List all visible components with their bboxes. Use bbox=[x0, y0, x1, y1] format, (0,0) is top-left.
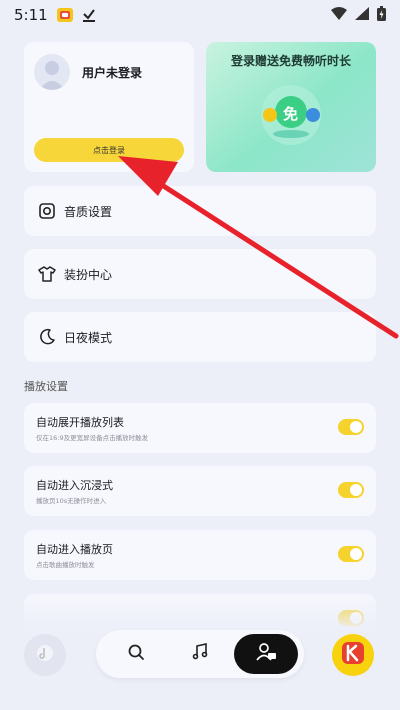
menu-label: 日夜模式 bbox=[64, 330, 113, 345]
app-logo-icon bbox=[340, 640, 366, 670]
promo-badge: 免 bbox=[283, 105, 299, 123]
toggle-switch[interactable] bbox=[338, 419, 364, 435]
tab-search[interactable] bbox=[114, 634, 158, 674]
section-title-playback: 播放设置 bbox=[24, 380, 68, 393]
moon-icon bbox=[38, 328, 56, 346]
setting-auto-expand-playlist: 自动展开播放列表 仅在16:9及更宽屏设备点击播放时触发 bbox=[24, 403, 376, 453]
setting-auto-immersive: 自动进入沉浸式 播放页10s无操作时进入 bbox=[24, 466, 376, 516]
setting-title: 自动进入播放页 bbox=[36, 543, 113, 556]
promo-title: 登录赠送免费畅听时长 bbox=[230, 54, 351, 68]
avatar[interactable] bbox=[34, 54, 70, 90]
menu-item-dressup[interactable]: 装扮中心 bbox=[24, 249, 376, 299]
status-time: 5:11 bbox=[14, 6, 48, 24]
user-status: 用户未登录 bbox=[82, 66, 143, 80]
menu-item-quality[interactable]: 音质设置 bbox=[24, 186, 376, 236]
mini-player-button[interactable] bbox=[24, 634, 66, 676]
toggle-switch[interactable] bbox=[338, 482, 364, 498]
music-disc-icon bbox=[36, 644, 54, 666]
tshirt-icon bbox=[38, 265, 56, 283]
search-icon bbox=[127, 643, 145, 665]
download-check-icon bbox=[82, 8, 96, 22]
camera-quality-icon bbox=[38, 202, 56, 220]
setting-description: 仅在16:9及更宽屏设备点击播放时触发 bbox=[36, 434, 149, 442]
music-note-icon bbox=[191, 643, 209, 665]
toggle-knob bbox=[350, 484, 362, 496]
menu-label: 音质设置 bbox=[64, 204, 113, 219]
menu-label: 装扮中心 bbox=[64, 267, 113, 282]
signal-icon bbox=[355, 6, 369, 24]
toggle-knob bbox=[350, 421, 362, 433]
toggle-knob bbox=[350, 548, 362, 560]
setting-description: 点击歌曲播放时触发 bbox=[36, 561, 95, 569]
tab-mine[interactable] bbox=[234, 634, 298, 674]
setting-description: 播放页10s无操作时进入 bbox=[36, 497, 107, 505]
tab-music[interactable] bbox=[178, 634, 222, 674]
status-bar: 5:11 bbox=[0, 0, 400, 30]
setting-auto-enter-player: 自动进入播放页 点击歌曲播放时触发 bbox=[24, 530, 376, 580]
login-button[interactable]: 点击登录 bbox=[34, 138, 184, 162]
toggle-switch[interactable] bbox=[338, 546, 364, 562]
login-card: 用户未登录 点击登录 bbox=[24, 42, 194, 172]
app-logo-button[interactable] bbox=[332, 634, 374, 676]
battery-icon bbox=[377, 5, 386, 25]
promo-card[interactable]: 登录赠送免费畅听时长 免 bbox=[206, 42, 376, 172]
setting-title: 自动进入沉浸式 bbox=[36, 479, 113, 492]
menu-item-night-mode[interactable]: 日夜模式 bbox=[24, 312, 376, 362]
bottom-tab-bar bbox=[96, 630, 304, 678]
free-listening-icon: 免 bbox=[258, 82, 324, 148]
wifi-icon bbox=[331, 6, 347, 24]
app-notification-icon bbox=[56, 7, 74, 23]
setting-title: 自动展开播放列表 bbox=[36, 416, 124, 429]
profile-icon bbox=[255, 642, 277, 666]
